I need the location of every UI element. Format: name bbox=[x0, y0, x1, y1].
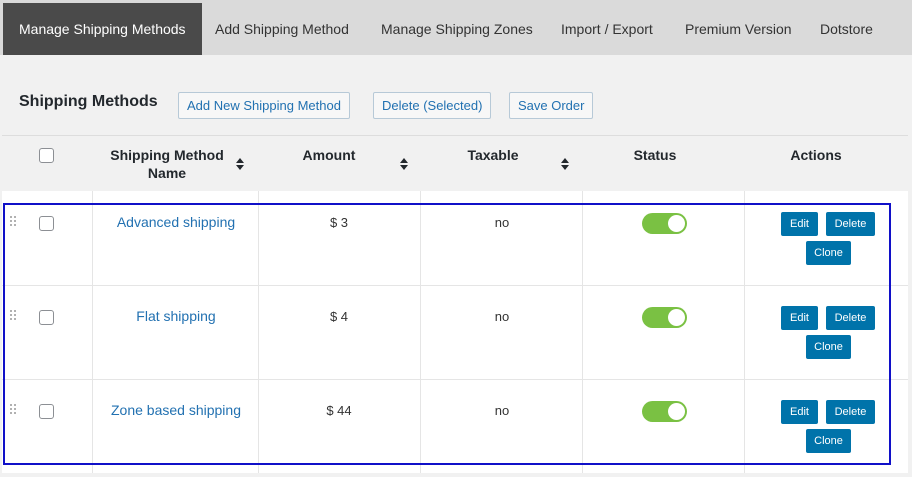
status-toggle[interactable] bbox=[642, 213, 687, 234]
shipping-method-name-link[interactable]: Advanced shipping bbox=[102, 214, 250, 230]
column-header-status: Status bbox=[633, 147, 677, 163]
amount-value: $ 44 bbox=[326, 403, 352, 418]
status-toggle[interactable] bbox=[642, 401, 687, 422]
clone-button[interactable]: Clone bbox=[806, 241, 851, 265]
tab-import-export[interactable]: Import / Export bbox=[561, 3, 653, 55]
delete-button[interactable]: Delete bbox=[826, 306, 875, 330]
table-row: Zone based shipping $ 44 no Edit Delete … bbox=[2, 379, 908, 473]
toggle-knob bbox=[668, 215, 685, 232]
top-tab-bar: Manage Shipping Methods Add Shipping Met… bbox=[0, 0, 912, 55]
taxable-value: no bbox=[494, 403, 510, 418]
tab-manage-shipping-zones[interactable]: Manage Shipping Zones bbox=[381, 3, 533, 55]
tab-manage-shipping-methods[interactable]: Manage Shipping Methods bbox=[3, 3, 202, 55]
delete-button[interactable]: Delete bbox=[826, 212, 875, 236]
row-checkbox[interactable] bbox=[39, 310, 54, 325]
delete-button[interactable]: Delete bbox=[826, 400, 875, 424]
shipping-methods-table-body: Advanced shipping $ 3 no Edit Delete Clo… bbox=[2, 191, 908, 473]
row-checkbox[interactable] bbox=[39, 216, 54, 231]
toggle-knob bbox=[668, 309, 685, 326]
amount-value: $ 3 bbox=[329, 215, 349, 230]
tab-dotstore[interactable]: Dotstore bbox=[820, 3, 873, 55]
column-header-name[interactable]: Shipping Method Name bbox=[102, 146, 232, 182]
panel-header: Shipping Methods Add New Shipping Method… bbox=[2, 73, 908, 136]
table-row: Flat shipping $ 4 no Edit Delete Clone bbox=[2, 285, 908, 379]
select-all-checkbox[interactable] bbox=[39, 148, 54, 163]
shipping-method-name-link[interactable]: Flat shipping bbox=[102, 308, 250, 324]
drag-handle-icon[interactable] bbox=[10, 216, 18, 228]
sort-icon[interactable] bbox=[236, 158, 244, 170]
sort-icon[interactable] bbox=[561, 158, 569, 170]
shipping-methods-panel: Shipping Methods Add New Shipping Method… bbox=[2, 73, 908, 473]
tab-add-shipping-method[interactable]: Add Shipping Method bbox=[215, 3, 349, 55]
page-title: Shipping Methods bbox=[19, 93, 158, 110]
shipping-method-name-link[interactable]: Zone based shipping bbox=[102, 402, 250, 418]
edit-button[interactable]: Edit bbox=[781, 400, 818, 424]
clone-button[interactable]: Clone bbox=[806, 429, 851, 453]
save-order-button[interactable]: Save Order bbox=[509, 92, 594, 119]
edit-button[interactable]: Edit bbox=[781, 212, 818, 236]
row-checkbox[interactable] bbox=[39, 404, 54, 419]
table-header: Shipping Method Name Amount Taxable Stat… bbox=[2, 136, 908, 191]
clone-button[interactable]: Clone bbox=[806, 335, 851, 359]
sort-icon[interactable] bbox=[400, 158, 408, 170]
column-header-actions: Actions bbox=[790, 147, 842, 163]
drag-handle-icon[interactable] bbox=[10, 310, 18, 322]
add-new-shipping-method-button[interactable]: Add New Shipping Method bbox=[178, 92, 350, 119]
amount-value: $ 4 bbox=[329, 309, 349, 324]
edit-button[interactable]: Edit bbox=[781, 306, 818, 330]
tab-premium-version[interactable]: Premium Version bbox=[685, 3, 792, 55]
toggle-knob bbox=[668, 403, 685, 420]
column-header-amount[interactable]: Amount bbox=[299, 146, 359, 164]
table-row: Advanced shipping $ 3 no Edit Delete Clo… bbox=[2, 191, 908, 285]
taxable-value: no bbox=[494, 215, 510, 230]
drag-handle-icon[interactable] bbox=[10, 404, 18, 416]
delete-selected-button[interactable]: Delete (Selected) bbox=[373, 92, 492, 119]
column-header-taxable[interactable]: Taxable bbox=[463, 146, 523, 164]
taxable-value: no bbox=[494, 309, 510, 324]
status-toggle[interactable] bbox=[642, 307, 687, 328]
